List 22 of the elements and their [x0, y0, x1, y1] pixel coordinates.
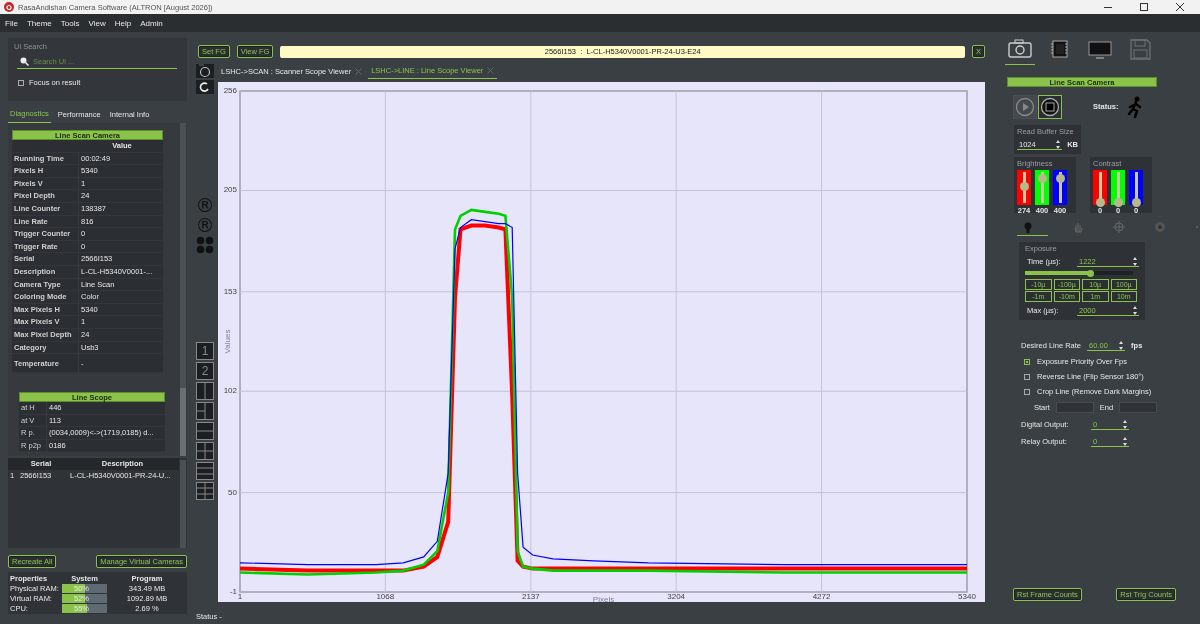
view-button[interactable]: 1: [196, 342, 214, 360]
menu-item[interactable]: Admin: [140, 18, 163, 28]
tick-label: 1: [237, 592, 243, 601]
tick-label: -1: [229, 587, 237, 596]
menu-item[interactable]: File: [5, 18, 18, 28]
view-button[interactable]: 2: [196, 362, 214, 380]
tick-label: 3204: [667, 592, 686, 601]
axis-title: Pixels: [592, 594, 615, 602]
tick-label: 205: [223, 185, 237, 195]
tick-label: 102: [223, 386, 237, 396]
menu-item[interactable]: Help: [114, 18, 132, 28]
tick-label: 256: [223, 86, 237, 95]
menu-item[interactable]: View: [88, 18, 106, 28]
tick-label: 50: [228, 487, 237, 497]
axis-title: Values: [223, 329, 232, 354]
tick-label: 5340: [958, 592, 976, 601]
tick-label: 153: [223, 286, 237, 296]
menu-item[interactable]: Theme: [26, 18, 52, 28]
tick-label: 2137: [521, 592, 540, 601]
menu-item[interactable]: Tools: [60, 18, 80, 28]
tick-label: 1068: [376, 592, 395, 601]
tick-label: 4272: [812, 592, 831, 601]
